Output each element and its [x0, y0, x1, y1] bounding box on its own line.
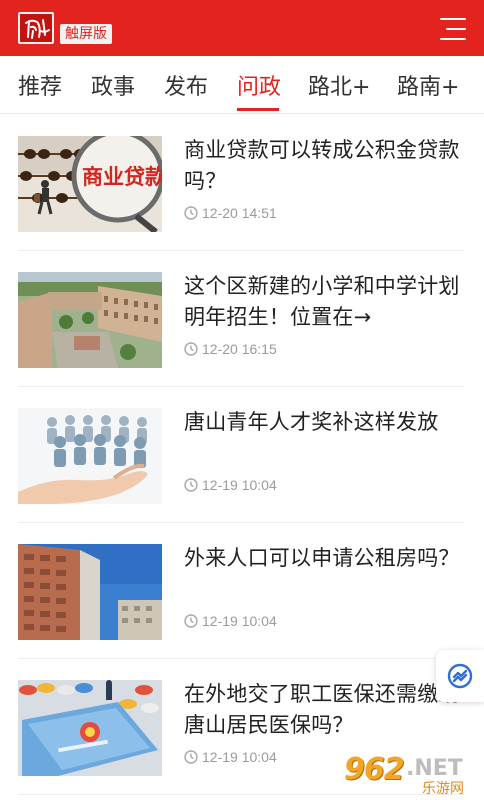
article-title[interactable]: 外来人口可以申请公租房吗？: [184, 543, 466, 574]
menu-icon[interactable]: [440, 18, 466, 40]
active-tab-indicator: [237, 108, 279, 111]
site-watermark: 962 .NET 乐游网: [344, 752, 478, 797]
article-title[interactable]: 这个区新建的小学和中学计划明年招生！位置在→: [184, 271, 466, 333]
clock-icon: [184, 478, 198, 492]
tab-release[interactable]: 发布: [164, 69, 208, 101]
svg-text:商业贷款: 商业贷款: [82, 165, 162, 189]
hand-people-image: [18, 408, 162, 504]
article-time: 12-20 14:51: [202, 205, 277, 221]
article-title[interactable]: 在外地交了职工医保还需缴纳唐山居民医保吗？: [184, 679, 466, 741]
app-header: 触屏版: [0, 0, 484, 56]
article-meta: 12-20 16:15: [184, 341, 277, 357]
article-meta: 12-20 14:51: [184, 205, 277, 221]
article-meta: 12-19 10:04: [184, 749, 277, 765]
list-item[interactable]: 外来人口可以申请公租房吗？ 12-19 10:04: [18, 523, 464, 659]
article-meta: 12-19 10:04: [184, 613, 277, 629]
apartment-building-image: [18, 544, 162, 640]
tab-lubei[interactable]: 路北+: [308, 69, 370, 101]
article-time: 12-20 16:15: [202, 341, 277, 357]
clock-icon: [184, 206, 198, 220]
article-time: 12-19 10:04: [202, 749, 277, 765]
list-item[interactable]: 这个区新建的小学和中学计划明年招生！位置在→ 12-20 16:15: [18, 251, 464, 387]
tab-inquiry[interactable]: 问政: [237, 69, 281, 101]
clock-icon: [184, 614, 198, 628]
touch-version-badge: 触屏版: [60, 24, 112, 44]
medical-card-image: [18, 680, 162, 776]
list-item[interactable]: 商业贷款 商业贷款可以转成公积金贷款吗？ 12-20 14:51: [18, 115, 464, 251]
list-item[interactable]: 唐山青年人才奖补这样发放 12-19 10:04: [18, 387, 464, 523]
article-title[interactable]: 商业贷款可以转成公积金贷款吗？: [184, 135, 466, 197]
article-title[interactable]: 唐山青年人才奖补这样发放: [184, 407, 466, 438]
tab-lunan[interactable]: 路南+: [397, 69, 459, 101]
article-time: 12-19 10:04: [202, 477, 277, 493]
share-icon[interactable]: [436, 650, 484, 702]
channel-tabs: 推荐 政事 发布 问政 路北+ 路南+: [0, 56, 484, 114]
clock-icon: [184, 342, 198, 356]
tab-politics[interactable]: 政事: [91, 69, 135, 101]
clock-icon: [184, 750, 198, 764]
app-logo[interactable]: [18, 12, 54, 44]
watermark-name: 乐游网: [422, 781, 464, 797]
watermark-number: 962: [344, 752, 405, 787]
article-meta: 12-19 10:04: [184, 477, 277, 493]
school-aerial-image: [18, 272, 162, 368]
article-time: 12-19 10:04: [202, 613, 277, 629]
tab-recommend[interactable]: 推荐: [18, 69, 62, 101]
abacus-loan-image: 商业贷款: [18, 136, 162, 232]
